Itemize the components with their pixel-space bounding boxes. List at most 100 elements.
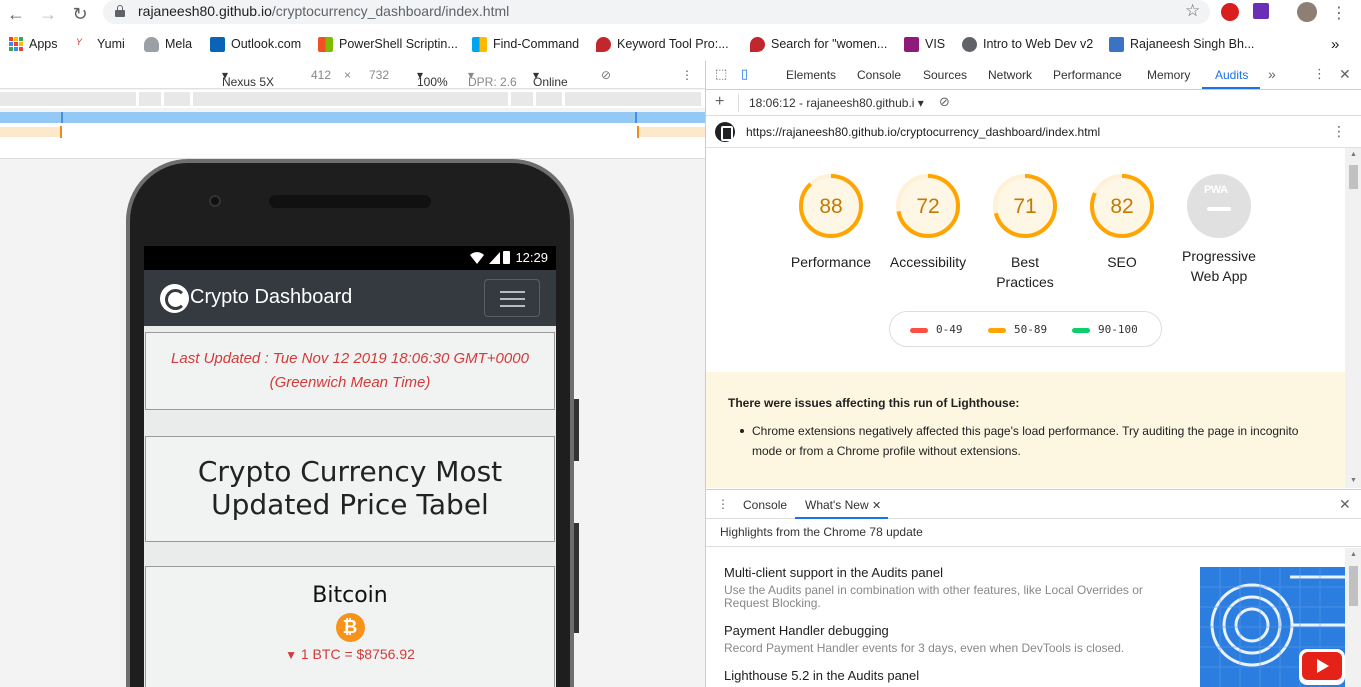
drawer-tab-whats-new[interactable]: What's New ✕: [805, 498, 881, 512]
gauge-pwa[interactable]: PWA Progressive Web App: [1170, 173, 1268, 286]
gauge-performance[interactable]: 88 Performance: [782, 173, 880, 272]
whats-new-video-thumbnail[interactable]: [1200, 567, 1346, 687]
inspect-element-icon[interactable]: ⬚: [715, 66, 727, 82]
gauge-best-practices[interactable]: 71 Best Practices: [976, 173, 1074, 292]
legend-range: 0-49: [936, 323, 963, 336]
adblock-extension-icon[interactable]: [1221, 3, 1239, 21]
microsoft-icon: [472, 36, 487, 52]
device-toolbar: Nexus 5X ▾ 412 × 732 100% ▾ DPR: 2.6 ▾ O…: [0, 61, 705, 89]
bitcoin-card: Bitcoin ₿ ▼ 1 BTC = $8756.92: [145, 566, 555, 687]
drawer-menu-kebab-icon[interactable]: ⋮: [717, 497, 729, 511]
bookmark-apps[interactable]: Apps: [9, 35, 58, 53]
more-bookmarks-chevron-icon[interactable]: »: [1331, 35, 1339, 53]
signal-icon: [489, 252, 500, 264]
score-value: 71: [1013, 195, 1036, 218]
pwa-badge-icon: PWA: [1187, 174, 1251, 238]
score-legend: 0-49 50-89 90-100: [889, 311, 1162, 347]
gauge-seo[interactable]: 82 SEO: [1073, 173, 1171, 272]
report-tools-kebab-icon[interactable]: ⋮: [1332, 123, 1346, 140]
zoom-value: 100%: [417, 75, 448, 89]
bookmark-search-women[interactable]: Search for "women...: [750, 35, 887, 53]
gauge-label-line: Web App: [1190, 268, 1248, 284]
feature-item[interactable]: Lighthouse 5.2 in the Audits panel: [724, 668, 1174, 683]
bookmark-label: Keyword Tool Pro:...: [617, 37, 729, 51]
rotate-icon[interactable]: ⊘: [601, 68, 611, 82]
tab-sources[interactable]: Sources: [923, 68, 967, 82]
crypto-logo-icon[interactable]: [160, 284, 189, 313]
url-path: /cryptocurrency_dashboard/index.html: [271, 3, 510, 19]
url-text[interactable]: rajaneesh80.github.io/cryptocurrency_das…: [138, 3, 509, 19]
report-url[interactable]: https://rajaneesh80.github.io/cryptocurr…: [746, 125, 1100, 139]
tab-audits[interactable]: Audits: [1215, 68, 1248, 82]
microsoft-icon: [318, 36, 333, 52]
bookmark-find-command[interactable]: Find-Command: [472, 35, 579, 53]
media-query-bar[interactable]: [0, 90, 705, 108]
bookmark-label: Intro to Web Dev v2: [983, 37, 1094, 51]
feature-item[interactable]: Multi-client support in the Audits panel…: [724, 565, 1174, 610]
navbar-brand[interactable]: Crypto Dashboard: [190, 286, 352, 309]
whats-new-heading: Highlights from the Chrome 78 update: [720, 525, 923, 539]
last-updated-timezone: (Greenwich Mean Time): [269, 374, 431, 391]
clear-reports-icon[interactable]: ⊘: [939, 94, 950, 110]
lighthouse-report: 88 Performance 72 Accessibility 71 Best P…: [706, 148, 1345, 488]
flame-icon: [596, 36, 611, 52]
close-drawer-icon[interactable]: ✕: [1339, 496, 1351, 513]
navbar-toggler-button[interactable]: [484, 279, 540, 317]
network-throttle-select[interactable]: Online ▾: [533, 68, 568, 89]
device-toggle-icon[interactable]: ▯: [741, 66, 748, 82]
media-query-bar-max-width[interactable]: [0, 112, 705, 124]
address-bar[interactable]: rajaneesh80.github.io/cryptocurrency_das…: [103, 0, 1210, 24]
globe-icon: [962, 36, 977, 52]
new-audit-plus-icon[interactable]: +: [715, 93, 724, 111]
more-tabs-chevron-icon[interactable]: »: [1268, 66, 1276, 82]
youtube-play-icon[interactable]: [1299, 649, 1345, 685]
report-select[interactable]: 18:06:12 - rajaneesh80.github.i ▾: [749, 96, 924, 110]
bookmark-star-icon[interactable]: ☆: [1185, 1, 1200, 21]
tab-elements[interactable]: Elements: [786, 68, 836, 82]
devtools-settings-kebab-icon[interactable]: ⋮: [1313, 66, 1326, 82]
close-devtools-icon[interactable]: ✕: [1339, 66, 1351, 83]
bookmark-mela[interactable]: Mela: [144, 35, 192, 53]
lock-icon[interactable]: [115, 5, 125, 17]
bookmark-vis[interactable]: VIS: [904, 35, 945, 53]
height-input[interactable]: 732: [369, 68, 389, 82]
legend-swatch: [910, 327, 928, 333]
media-query-bar-min-width[interactable]: [0, 124, 705, 159]
forward-icon[interactable]: →: [36, 2, 60, 26]
flame-icon: [750, 36, 765, 52]
tab-console[interactable]: Console: [857, 68, 901, 82]
browser-toolbar: ← → ↻ rajaneesh80.github.io/cryptocurren…: [0, 0, 1361, 28]
zoom-select[interactable]: 100% ▾: [417, 68, 448, 89]
whats-new-panel: Highlights from the Chrome 78 update Mul…: [706, 519, 1361, 687]
dimension-separator: ×: [344, 68, 352, 82]
device-select[interactable]: Nexus 5X ▾: [222, 68, 274, 89]
bookmark-powershell[interactable]: PowerShell Scriptin...: [318, 35, 458, 53]
profile-avatar[interactable]: [1297, 2, 1317, 22]
bookmark-yumi[interactable]: Y Yumi: [76, 35, 125, 53]
reload-icon[interactable]: ↻: [68, 2, 92, 26]
drawer-tab-console[interactable]: Console: [743, 498, 787, 512]
price-table-title-card: Crypto Currency Most Updated Price Tabel: [145, 436, 555, 542]
width-input[interactable]: 412: [311, 68, 331, 82]
bookmark-outlook[interactable]: Outlook.com: [210, 35, 301, 53]
speaker: [269, 195, 431, 208]
menu-kebab-icon[interactable]: ⋮: [1327, 2, 1351, 26]
dpr-select[interactable]: DPR: 2.6 ▾: [468, 68, 517, 89]
gauge-accessibility[interactable]: 72 Accessibility: [879, 173, 977, 272]
whats-new-scrollbar[interactable]: ▲: [1345, 548, 1361, 687]
tab-memory[interactable]: Memory: [1147, 68, 1190, 82]
bookmark-rajaneesh[interactable]: Rajaneesh Singh Bh...: [1109, 35, 1254, 53]
report-scrollbar[interactable]: ▲ ▼: [1345, 148, 1361, 488]
score-value: 88: [819, 195, 842, 218]
tab-performance[interactable]: Performance: [1053, 68, 1122, 82]
feature-item[interactable]: Payment Handler debugging Record Payment…: [724, 623, 1174, 655]
tab-network[interactable]: Network: [988, 68, 1032, 82]
device-options-kebab-icon[interactable]: ⋮: [681, 68, 693, 82]
drawer-tab-label: What's New: [805, 498, 869, 512]
extension-icon[interactable]: [1253, 3, 1269, 19]
bookmark-keyword-tool[interactable]: Keyword Tool Pro:...: [596, 35, 729, 53]
close-tab-icon[interactable]: ✕: [872, 500, 881, 512]
back-icon[interactable]: ←: [4, 2, 28, 26]
device-frame-area: 12:29 Crypto Dashboard Last Updated : Tu…: [0, 159, 705, 687]
bookmark-intro-web-dev[interactable]: Intro to Web Dev v2: [962, 35, 1093, 53]
